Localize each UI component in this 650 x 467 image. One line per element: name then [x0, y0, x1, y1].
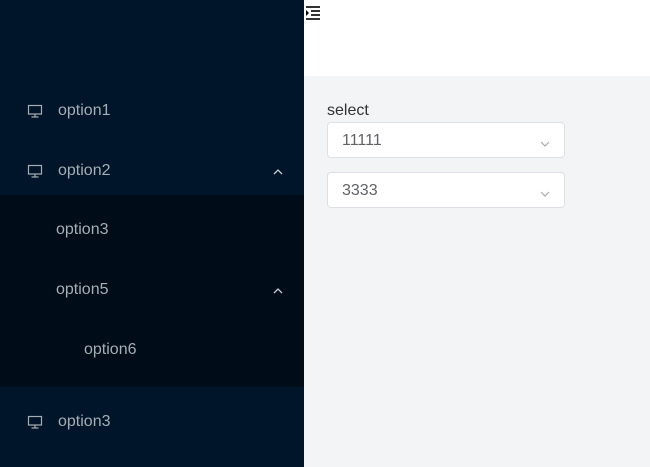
- select-label: select: [327, 102, 369, 119]
- submenu-item-option6[interactable]: option6: [0, 320, 304, 380]
- submenu-option2: option3 option5 option6: [0, 195, 304, 387]
- menu-item-label: option3: [58, 413, 111, 430]
- select-dropdown-2[interactable]: 3333: [327, 172, 565, 208]
- menu-item-label: option1: [58, 102, 111, 119]
- sidebar: option1 option2 option3 option5 option6 …: [0, 0, 304, 467]
- submenu-item-option5[interactable]: option5: [0, 260, 304, 320]
- submenu-item-label: option3: [56, 221, 109, 238]
- chevron-down-icon: [540, 186, 550, 197]
- menu-item-option2[interactable]: option2: [0, 141, 304, 201]
- submenu-item-label: option5: [56, 281, 109, 298]
- menu-item-option3[interactable]: option3: [0, 392, 304, 452]
- main-content: select 11111 3333: [304, 76, 650, 467]
- menu-item-option1[interactable]: option1: [0, 81, 304, 141]
- chevron-up-icon: [272, 284, 284, 296]
- submenu-item-option3[interactable]: option3: [0, 200, 304, 260]
- monitor-icon: [27, 103, 43, 119]
- chevron-up-icon: [272, 165, 284, 177]
- monitor-icon: [27, 163, 43, 179]
- monitor-icon: [27, 414, 43, 430]
- select-value: 3333: [342, 182, 378, 199]
- submenu-item-label: option6: [84, 341, 137, 358]
- chevron-down-icon: [540, 136, 550, 147]
- header: [304, 0, 650, 76]
- select-value: 11111: [342, 132, 382, 149]
- menu-item-label: option2: [58, 162, 111, 179]
- menu-fold-icon[interactable]: [304, 4, 322, 22]
- select-dropdown-1[interactable]: 11111: [327, 122, 565, 158]
